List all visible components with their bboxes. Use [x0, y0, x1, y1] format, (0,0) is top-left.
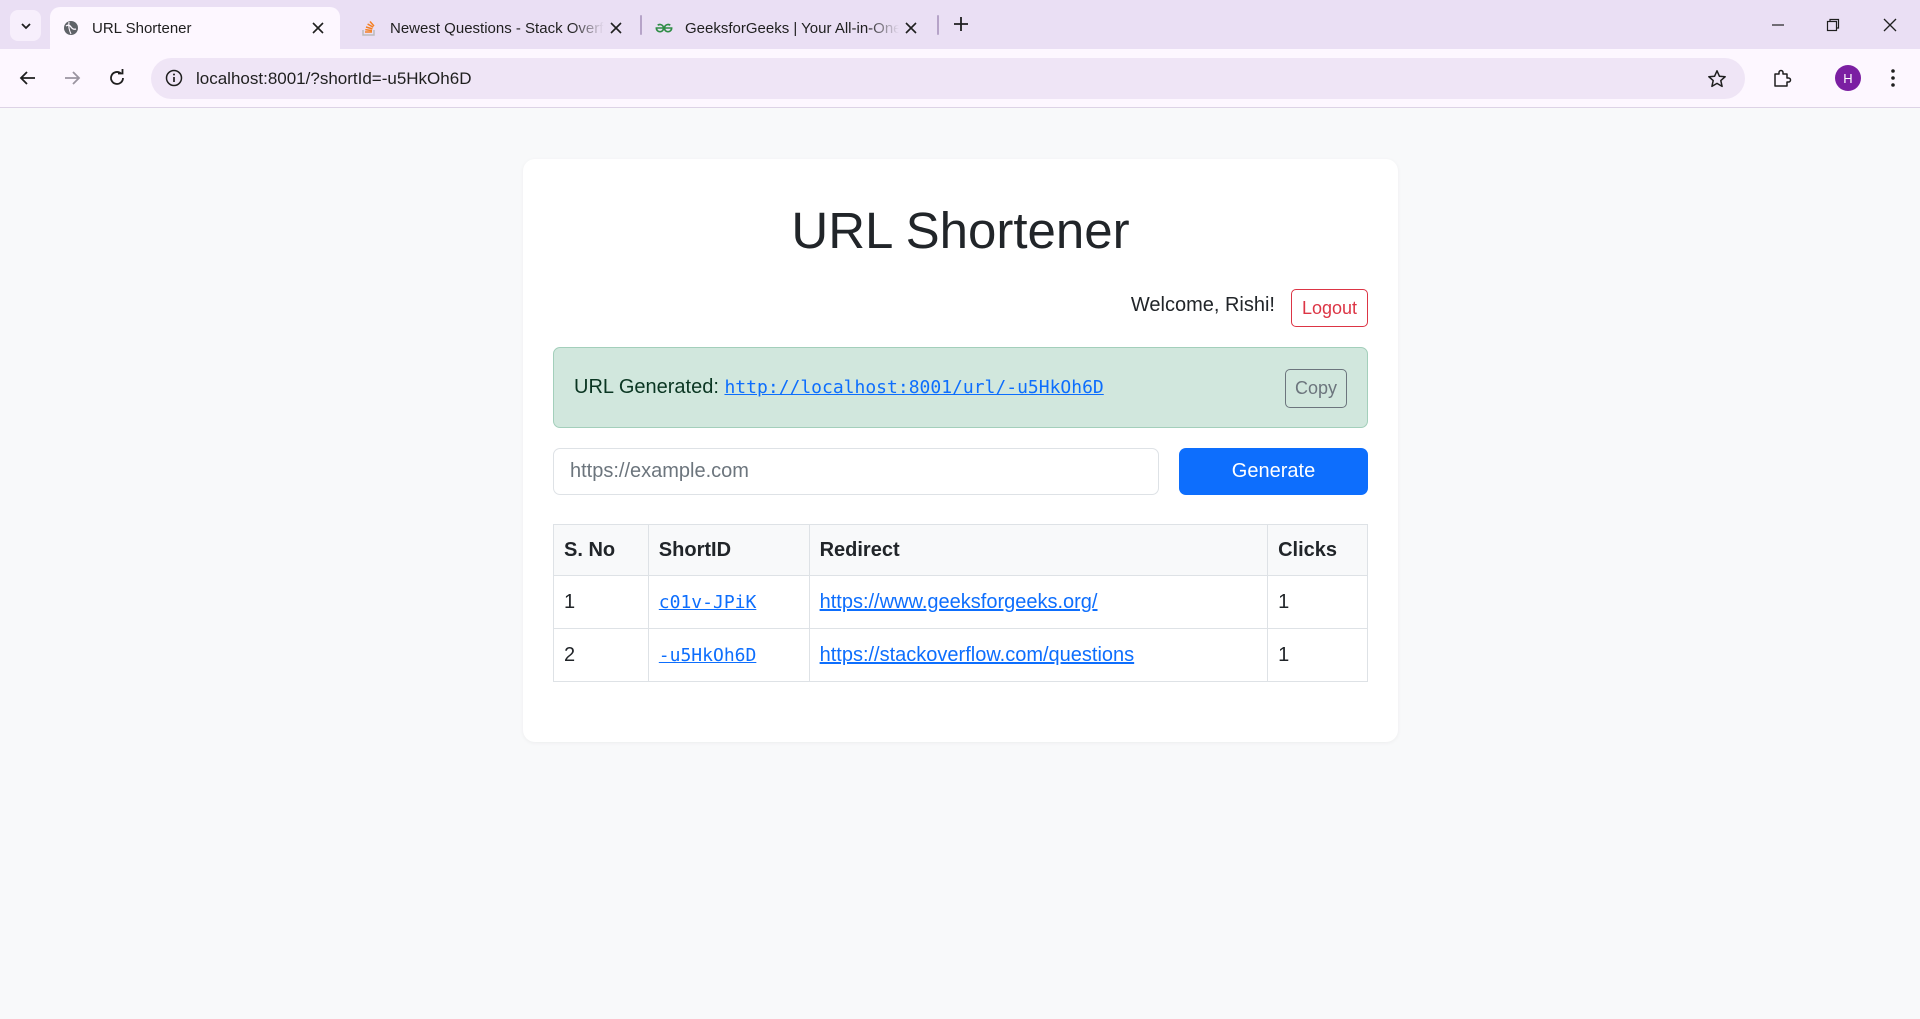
tab-separator	[640, 15, 642, 35]
arrow-right-icon	[65, 71, 81, 85]
column-header-redirect: Redirect	[808, 524, 1269, 576]
tab-title: URL Shortener	[92, 19, 192, 37]
column-header-sno: S. No	[553, 524, 649, 576]
restore-button[interactable]	[1816, 8, 1850, 42]
address-bar[interactable]: localhost:8001/?shortId=-u5HkOh6D	[151, 58, 1745, 99]
cell-shortid: c01v-JPiK	[647, 575, 810, 629]
minimize-icon	[1772, 24, 1784, 26]
redirect-link[interactable]: https://stackoverflow.com/questions	[820, 644, 1135, 666]
site-info-icon[interactable]	[163, 67, 185, 89]
geeksforgeeks-icon	[655, 19, 673, 37]
browser-toolbar: localhost:8001/?shortId=-u5HkOh6D H	[0, 49, 1920, 108]
redirect-link[interactable]: https://www.geeksforgeeks.org/	[820, 591, 1098, 613]
shortid-link[interactable]: c01v-JPiK	[659, 592, 757, 613]
cell-redirect: https://www.geeksforgeeks.org/	[808, 575, 1269, 629]
cell-sno: 1	[553, 575, 649, 629]
tab-stackoverflow[interactable]: Newest Questions - Stack Overflow	[348, 7, 638, 49]
cell-clicks: 1	[1267, 628, 1368, 682]
cell-clicks: 1	[1267, 575, 1368, 629]
close-icon[interactable]	[306, 16, 330, 40]
welcome-text: Welcome, Rishi!	[1130, 294, 1275, 316]
kebab-menu-icon	[1891, 69, 1895, 87]
close-icon[interactable]	[899, 16, 923, 40]
table-row: 2 -u5HkOh6D https://stackoverflow.com/qu…	[553, 628, 1368, 682]
url-input[interactable]	[553, 448, 1159, 495]
tab-title: GeeksforGeeks | Your All-in-One	[685, 19, 899, 37]
globe-icon	[62, 19, 80, 37]
profile-avatar[interactable]: H	[1835, 65, 1861, 91]
close-icon	[1883, 18, 1897, 32]
bookmark-star-icon[interactable]	[1705, 67, 1729, 91]
reload-icon	[110, 69, 124, 85]
stackoverflow-icon	[360, 19, 378, 37]
cell-redirect: https://stackoverflow.com/questions	[808, 628, 1269, 682]
shortid-link[interactable]: -u5HkOh6D	[659, 645, 757, 666]
menu-button[interactable]	[1878, 63, 1908, 93]
urls-table: S. No ShortID Redirect Clicks 1 c01v-JPi…	[553, 524, 1368, 682]
alert-label: URL Generated:	[574, 376, 719, 398]
restore-icon	[1826, 18, 1840, 32]
plus-icon	[954, 17, 968, 31]
minimize-button[interactable]	[1761, 8, 1795, 42]
forward-button[interactable]	[57, 63, 87, 93]
page-title: URL Shortener	[791, 202, 1130, 259]
new-tab-button[interactable]	[949, 12, 973, 36]
tab-strip: URL Shortener Newest Questions - Stack O…	[0, 0, 1920, 49]
extensions-button[interactable]	[1767, 63, 1797, 93]
chevron-down-icon	[20, 22, 31, 29]
address-text: localhost:8001/?shortId=-u5HkOh6D	[196, 69, 472, 88]
table-row: 1 c01v-JPiK https://www.geeksforgeeks.or…	[553, 575, 1368, 629]
tab-title: Newest Questions - Stack Overflow	[390, 19, 604, 37]
copy-button[interactable]: Copy	[1285, 369, 1347, 408]
cell-shortid: -u5HkOh6D	[647, 628, 810, 682]
tab-geeksforgeeks[interactable]: GeeksforGeeks | Your All-in-One	[643, 7, 933, 49]
alert-text: URL Generated: http://localhost:8001/url…	[574, 376, 1104, 399]
table-header-row: S. No ShortID Redirect Clicks	[553, 524, 1368, 576]
url-generated-alert: URL Generated: http://localhost:8001/url…	[553, 347, 1368, 428]
tab-search-button[interactable]	[10, 10, 41, 41]
close-icon[interactable]	[604, 16, 628, 40]
generated-url-link[interactable]: http://localhost:8001/url/-u5HkOh6D	[724, 377, 1103, 398]
main-card: URL Shortener Welcome, Rishi! Logout URL…	[523, 159, 1398, 742]
puzzle-icon	[1774, 69, 1792, 87]
tab-separator	[937, 15, 939, 35]
cell-sno: 2	[553, 628, 649, 682]
generate-button[interactable]: Generate	[1179, 448, 1368, 495]
tab-url-shortener[interactable]: URL Shortener	[50, 7, 340, 49]
column-header-clicks: Clicks	[1267, 524, 1368, 576]
reload-button[interactable]	[102, 63, 132, 93]
arrow-left-icon	[19, 71, 35, 85]
back-button[interactable]	[13, 63, 43, 93]
logout-button[interactable]: Logout	[1291, 289, 1368, 327]
column-header-shortid: ShortID	[647, 524, 810, 576]
close-window-button[interactable]	[1873, 8, 1907, 42]
